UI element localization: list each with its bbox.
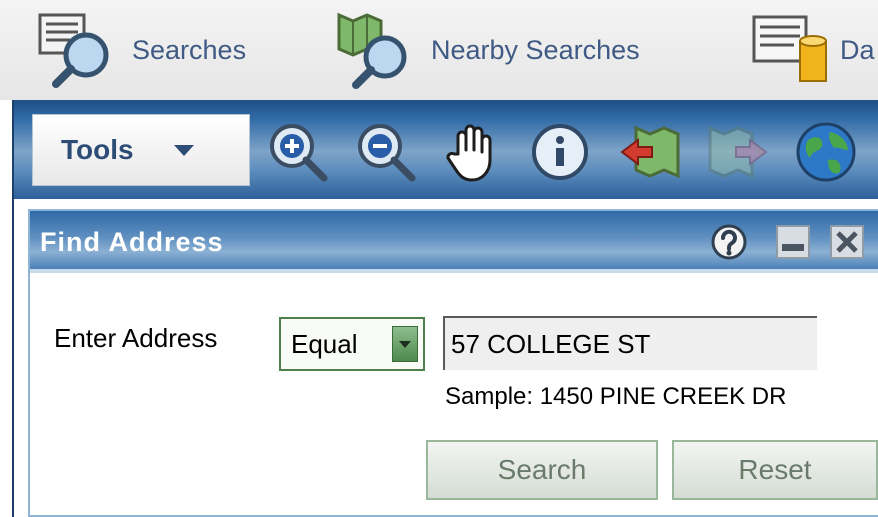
tab-searches-label: Searches <box>132 34 247 65</box>
match-type-select[interactable]: Equal <box>279 317 425 371</box>
next-extent-icon[interactable] <box>706 120 770 184</box>
map-magnifier-icon <box>337 12 407 89</box>
magnifier-document-icon <box>38 13 109 88</box>
minimize-icon[interactable] <box>774 223 812 261</box>
tab-data[interactable]: Da <box>748 10 875 90</box>
find-address-panel-frame: Find Address Enter Address Equal Sample:… <box>12 199 878 517</box>
tab-nearby-searches-label: Nearby Searches <box>431 34 640 65</box>
panel-header: Find Address <box>30 211 878 273</box>
identify-info-icon[interactable] <box>530 120 594 184</box>
tab-nearby-searches[interactable]: Nearby Searches <box>335 10 640 90</box>
chevron-down-icon[interactable] <box>392 326 418 362</box>
top-tab-strip: Searches Nearby Searches Da <box>0 0 878 100</box>
database-icon <box>752 15 827 82</box>
tab-searches[interactable]: Searches <box>36 10 246 90</box>
match-type-value: Equal <box>291 328 358 359</box>
enter-address-label: Enter Address <box>54 323 218 353</box>
find-address-panel: Find Address Enter Address Equal Sample:… <box>28 209 878 517</box>
pan-hand-icon[interactable] <box>442 120 506 184</box>
help-icon[interactable] <box>710 223 748 261</box>
address-input[interactable] <box>443 316 817 370</box>
sample-address-hint: Sample: 1450 PINE CREEK DR <box>445 383 787 410</box>
reset-button[interactable]: Reset <box>672 440 878 500</box>
previous-extent-icon[interactable] <box>618 120 682 184</box>
zoom-out-icon[interactable] <box>354 120 418 184</box>
caret-down-icon <box>173 144 194 156</box>
full-extent-globe-icon[interactable] <box>794 120 858 184</box>
tools-dropdown-button[interactable]: Tools <box>32 114 250 186</box>
panel-title: Find Address <box>40 227 224 257</box>
search-button[interactable]: Search <box>426 440 658 500</box>
tab-data-label: Da <box>840 34 875 65</box>
zoom-in-icon[interactable] <box>266 120 330 184</box>
tools-label: Tools <box>61 134 134 165</box>
close-icon[interactable] <box>828 223 866 261</box>
map-toolbar: Tools <box>12 100 878 199</box>
